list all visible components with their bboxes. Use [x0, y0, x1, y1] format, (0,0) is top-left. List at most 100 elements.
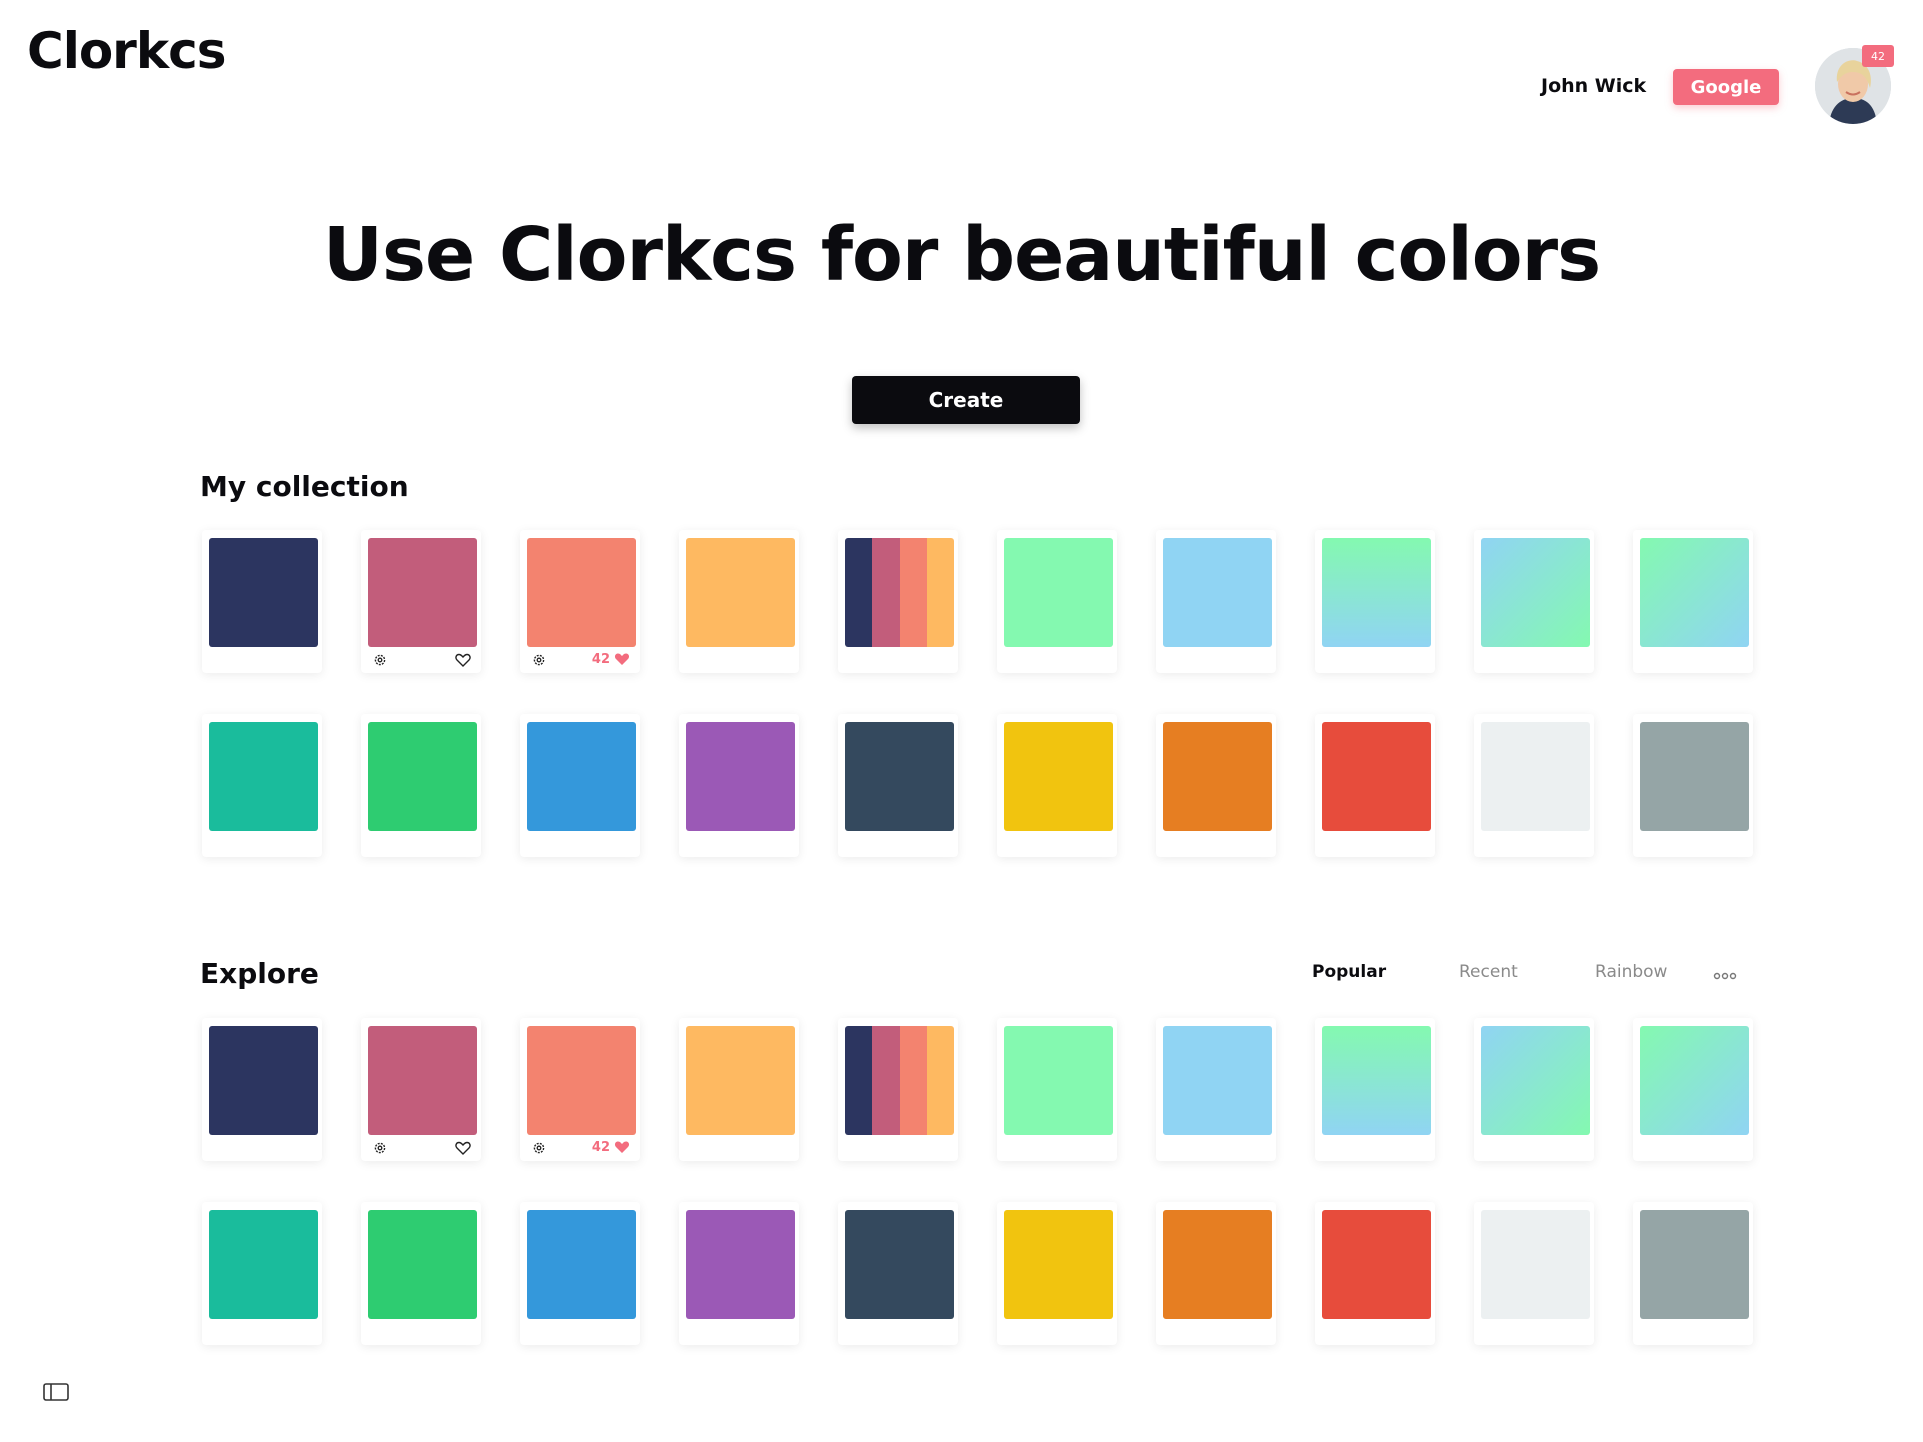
palette-card[interactable]: [1474, 530, 1594, 673]
palette-card[interactable]: [202, 714, 322, 857]
palette-swatch[interactable]: [368, 1026, 477, 1135]
palette-card[interactable]: [1315, 1018, 1435, 1161]
palette-card[interactable]: [997, 1018, 1117, 1161]
settings-icon[interactable]: [373, 1140, 387, 1154]
palette-swatch[interactable]: [845, 538, 954, 647]
palette-swatch[interactable]: [686, 1026, 795, 1135]
likes[interactable]: 42: [592, 652, 630, 667]
palette-swatch[interactable]: [527, 722, 636, 831]
palette-card[interactable]: [202, 1018, 322, 1161]
palette-card[interactable]: [679, 530, 799, 673]
tab-rainbow[interactable]: Rainbow: [1595, 962, 1667, 982]
palette-swatch[interactable]: [1640, 538, 1749, 647]
palette-card[interactable]: 42: [520, 1018, 640, 1161]
palette-card[interactable]: [679, 1202, 799, 1345]
palette-swatch[interactable]: [1322, 1026, 1431, 1135]
palette-card[interactable]: [838, 530, 958, 673]
palette-swatch[interactable]: [1322, 722, 1431, 831]
heart-filled-icon[interactable]: [614, 652, 630, 666]
palette-card[interactable]: [679, 1018, 799, 1161]
palette-swatch[interactable]: [1322, 538, 1431, 647]
logo[interactable]: Clorkcs: [27, 22, 226, 80]
palette-card[interactable]: [361, 714, 481, 857]
palette-card[interactable]: [361, 530, 481, 673]
palette-card[interactable]: [1315, 530, 1435, 673]
palette-swatch[interactable]: [1163, 722, 1272, 831]
palette-swatch[interactable]: [209, 722, 318, 831]
heart-filled-icon[interactable]: [614, 1140, 630, 1154]
palette-card[interactable]: [361, 1018, 481, 1161]
palette-card[interactable]: [1474, 1202, 1594, 1345]
palette-card[interactable]: [838, 1202, 958, 1345]
palette-swatch[interactable]: [1163, 1026, 1272, 1135]
palette-swatch[interactable]: [1481, 1026, 1590, 1135]
palette-card[interactable]: [520, 714, 640, 857]
palette-card[interactable]: [202, 1202, 322, 1345]
notification-badge[interactable]: 42: [1862, 45, 1894, 67]
palette-swatch[interactable]: [1640, 1210, 1749, 1319]
palette-swatch[interactable]: [1163, 538, 1272, 647]
palette-card[interactable]: [1156, 1018, 1276, 1161]
tab-popular[interactable]: Popular: [1312, 962, 1386, 982]
palette-card[interactable]: [1633, 1018, 1753, 1161]
palette-card[interactable]: [1156, 1202, 1276, 1345]
palette-card[interactable]: [361, 1202, 481, 1345]
palette-swatch[interactable]: [845, 1210, 954, 1319]
palette-swatch[interactable]: [1481, 1210, 1590, 1319]
more-icon[interactable]: [1713, 966, 1737, 985]
palette-card[interactable]: [1315, 714, 1435, 857]
palette-swatch[interactable]: [209, 538, 318, 647]
palette-card[interactable]: [202, 530, 322, 673]
palette-card[interactable]: [520, 1202, 640, 1345]
heart-icon[interactable]: [455, 652, 471, 667]
palette-swatch[interactable]: [368, 722, 477, 831]
heart-icon[interactable]: [455, 1140, 471, 1155]
sidebar-toggle-icon[interactable]: [43, 1382, 69, 1406]
palette-swatch[interactable]: [845, 722, 954, 831]
palette-swatch[interactable]: [1322, 1210, 1431, 1319]
palette-card[interactable]: [679, 714, 799, 857]
palette-card[interactable]: 42: [520, 530, 640, 673]
palette-swatch[interactable]: [686, 1210, 795, 1319]
palette-swatch[interactable]: [1481, 538, 1590, 647]
palette-swatch[interactable]: [1481, 722, 1590, 831]
palette-card[interactable]: [1633, 530, 1753, 673]
palette-swatch[interactable]: [1004, 538, 1113, 647]
palette-card[interactable]: [1474, 1018, 1594, 1161]
palette-swatch[interactable]: [527, 538, 636, 647]
user-name[interactable]: John Wick: [1541, 75, 1646, 97]
palette-swatch[interactable]: [1640, 722, 1749, 831]
palette-swatch[interactable]: [1640, 1026, 1749, 1135]
palette-swatch[interactable]: [527, 1210, 636, 1319]
palette-card[interactable]: [997, 1202, 1117, 1345]
palette-card[interactable]: [838, 1018, 958, 1161]
palette-swatch[interactable]: [209, 1210, 318, 1319]
palette-swatch[interactable]: [686, 538, 795, 647]
palette-swatch[interactable]: [1004, 722, 1113, 831]
settings-icon[interactable]: [532, 1140, 546, 1154]
likes[interactable]: 42: [592, 1140, 630, 1155]
palette-swatch[interactable]: [1163, 1210, 1272, 1319]
palette-swatch[interactable]: [527, 1026, 636, 1135]
palette-card[interactable]: [997, 714, 1117, 857]
palette-card[interactable]: [1156, 714, 1276, 857]
palette-swatch[interactable]: [845, 1026, 954, 1135]
palette-card[interactable]: [1156, 530, 1276, 673]
settings-icon[interactable]: [532, 652, 546, 666]
palette-swatch[interactable]: [1004, 1026, 1113, 1135]
palette-swatch[interactable]: [209, 1026, 318, 1135]
palette-card[interactable]: [1633, 714, 1753, 857]
tab-recent[interactable]: Recent: [1459, 962, 1518, 982]
palette-card[interactable]: [1633, 1202, 1753, 1345]
palette-swatch[interactable]: [686, 722, 795, 831]
google-button[interactable]: Google: [1673, 69, 1779, 105]
palette-card[interactable]: [997, 530, 1117, 673]
settings-icon[interactable]: [373, 652, 387, 666]
palette-card[interactable]: [838, 714, 958, 857]
palette-swatch[interactable]: [1004, 1210, 1113, 1319]
palette-card[interactable]: [1474, 714, 1594, 857]
palette-swatch[interactable]: [368, 1210, 477, 1319]
palette-swatch[interactable]: [368, 538, 477, 647]
palette-card[interactable]: [1315, 1202, 1435, 1345]
create-button[interactable]: Create: [852, 376, 1080, 424]
